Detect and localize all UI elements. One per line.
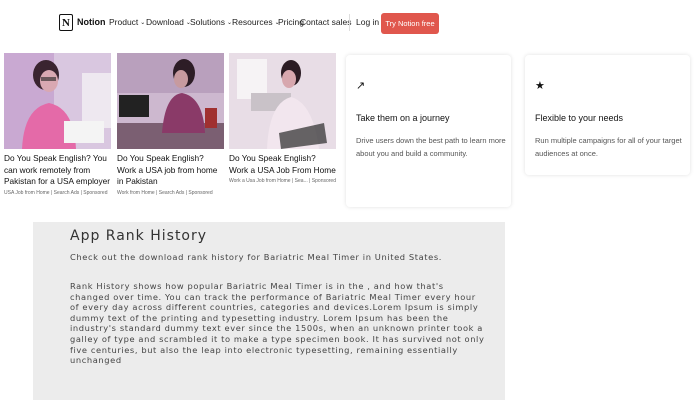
ad-source: Work a Usa Job from Home | Sea... | Spon… [229, 178, 336, 184]
panel-body: Rank History shows how popular Bariatric… [70, 281, 485, 366]
panel-title: App Rank History [70, 228, 208, 244]
brand-name[interactable]: Notion [77, 17, 106, 27]
app-rank-history-panel: App Rank History Check out the download … [33, 222, 505, 400]
ad-tile[interactable]: Do You Speak English? Work a USA Job Fro… [229, 53, 336, 184]
ad-source: Work from Home | Search Ads | Sponsored [117, 189, 213, 196]
nav-item-download[interactable]: Download ⌄ [146, 17, 191, 27]
nav-item-product[interactable]: Product ⌄ [109, 17, 145, 27]
card-description: Run multiple campaigns for all of your t… [535, 136, 682, 158]
login-link[interactable]: Log in [356, 17, 379, 27]
ad-photo[interactable] [229, 53, 336, 149]
ad-photo[interactable] [117, 53, 224, 149]
star-icon: ★ [535, 80, 545, 92]
journey-arrow-icon: ↗ [356, 80, 366, 92]
chevron-down-icon: ⌄ [140, 20, 146, 26]
feature-card-journey: ↗ Take them on a journey Drive users dow… [346, 55, 511, 207]
ad-source: USA Job from Home | Search Ads | Sponsor… [4, 189, 108, 196]
card-description: Drive users down the best path to learn … [356, 136, 506, 158]
nav-item-resources[interactable]: Resources ⌄ [232, 17, 280, 27]
card-title: Take them on a journey [356, 113, 450, 123]
nav-item-solutions[interactable]: Solutions ⌄ [190, 17, 232, 27]
top-nav: N Notion Product ⌄ Download ⌄ Solutions ⌄ R… [0, 0, 700, 46]
ad-headline[interactable]: Do You Speak English? Work a USA Job Fro… [229, 153, 336, 176]
contact-sales-link[interactable]: Contact sales [300, 17, 352, 27]
ad-headline[interactable]: Do You Speak English? You can work remot… [4, 153, 111, 188]
panel-intro: Check out the download rank history for … [70, 252, 443, 262]
ad-tile[interactable]: Do You Speak English? You can work remot… [4, 53, 111, 196]
ad-photo[interactable] [4, 53, 111, 149]
card-title: Flexible to your needs [535, 113, 624, 123]
ad-headline[interactable]: Do You Speak English? Work a USA job fro… [117, 153, 224, 188]
try-notion-free-button[interactable]: Try Notion free [381, 13, 439, 34]
feature-card-flexible: ★ Flexible to your needs Run multiple ca… [525, 55, 690, 175]
ad-tile[interactable]: Do You Speak English? Work a USA job fro… [117, 53, 224, 196]
notion-logo-icon[interactable]: N [59, 14, 73, 31]
nav-divider [349, 14, 350, 31]
